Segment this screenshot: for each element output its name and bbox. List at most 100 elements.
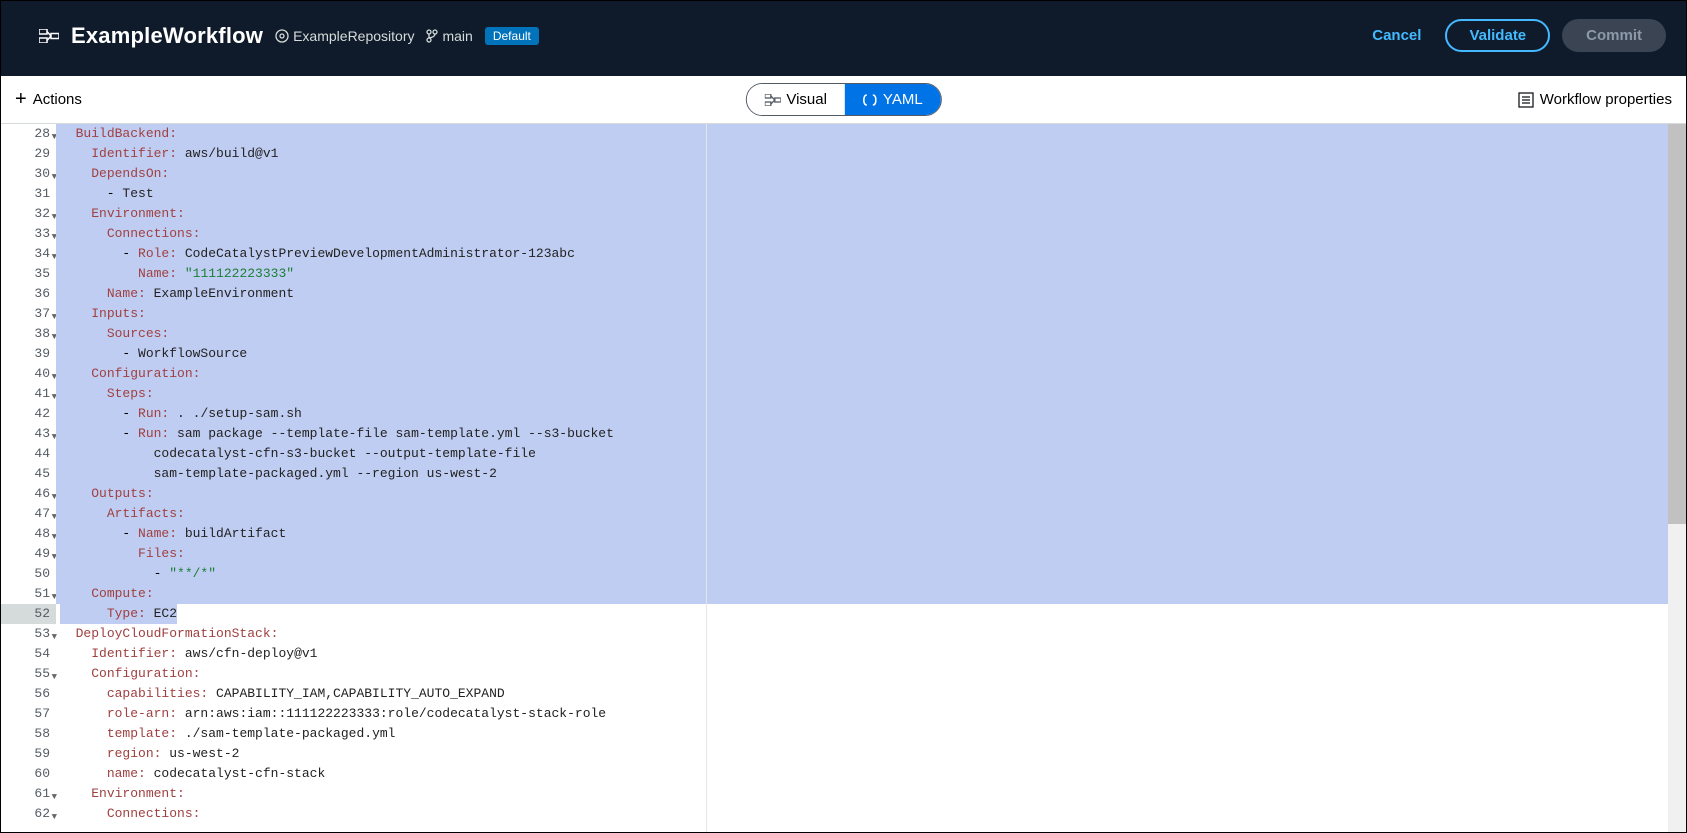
gutter-line: 29 bbox=[1, 144, 56, 164]
gutter-line: 32▼ bbox=[1, 204, 56, 224]
repository-label[interactable]: ExampleRepository bbox=[275, 28, 414, 44]
code-line[interactable]: Environment: bbox=[56, 204, 1686, 224]
yaml-icon bbox=[863, 93, 877, 107]
gutter-line: 62▼ bbox=[1, 804, 56, 824]
code-line[interactable]: Identifier: aws/build@v1 bbox=[56, 144, 1686, 164]
gutter-line: 59 bbox=[1, 744, 56, 764]
code-editor[interactable]: 28▼2930▼3132▼33▼34▼353637▼38▼3940▼41▼424… bbox=[1, 124, 1686, 832]
code-line[interactable]: Compute: bbox=[56, 584, 1686, 604]
workflow-properties-button[interactable]: Workflow properties bbox=[1518, 91, 1672, 108]
code-line[interactable]: - Name: buildArtifact bbox=[56, 524, 1686, 544]
code-line[interactable]: Type: EC2 bbox=[56, 604, 1686, 624]
code-line[interactable]: Steps: bbox=[56, 384, 1686, 404]
gutter-line: 48▼ bbox=[1, 524, 56, 544]
code-line[interactable]: Configuration: bbox=[56, 664, 1686, 684]
gutter-line: 54 bbox=[1, 644, 56, 664]
gutter-line: 61▼ bbox=[1, 784, 56, 804]
gutter-line: 42 bbox=[1, 404, 56, 424]
toolbar: + Actions Visual YAML Workflow propertie… bbox=[1, 76, 1686, 124]
plus-icon: + bbox=[15, 88, 27, 111]
view-toggle: Visual YAML bbox=[745, 83, 941, 116]
gutter-line: 33▼ bbox=[1, 224, 56, 244]
code-line[interactable]: - Run: . ./setup-sam.sh bbox=[56, 404, 1686, 424]
scrollbar-thumb[interactable] bbox=[1668, 124, 1686, 524]
code-line[interactable]: template: ./sam-template-packaged.yml bbox=[56, 724, 1686, 744]
visual-tab[interactable]: Visual bbox=[746, 84, 845, 115]
gutter-line: 41▼ bbox=[1, 384, 56, 404]
gutter-line: 56 bbox=[1, 684, 56, 704]
code-line[interactable]: Inputs: bbox=[56, 304, 1686, 324]
gutter-line: 38▼ bbox=[1, 324, 56, 344]
code-line[interactable]: - Role: CodeCatalystPreviewDevelopmentAd… bbox=[56, 244, 1686, 264]
properties-icon bbox=[1518, 92, 1534, 108]
gutter-line: 45 bbox=[1, 464, 56, 484]
code-line[interactable]: Outputs: bbox=[56, 484, 1686, 504]
code-line[interactable]: Name: ExampleEnvironment bbox=[56, 284, 1686, 304]
code-line[interactable]: - Run: sam package --template-file sam-t… bbox=[56, 424, 1686, 444]
gutter-line: 40▼ bbox=[1, 364, 56, 384]
cancel-button[interactable]: Cancel bbox=[1360, 19, 1433, 52]
code-line[interactable]: BuildBackend: bbox=[56, 124, 1686, 144]
properties-label: Workflow properties bbox=[1540, 91, 1672, 108]
code-area[interactable]: BuildBackend: Identifier: aws/build@v1 D… bbox=[56, 124, 1686, 832]
code-line[interactable]: - Test bbox=[56, 184, 1686, 204]
code-line[interactable]: Environment: bbox=[56, 784, 1686, 804]
gutter-line: 51▼ bbox=[1, 584, 56, 604]
gutter-line: 60 bbox=[1, 764, 56, 784]
gutter-line: 47▼ bbox=[1, 504, 56, 524]
gutter-line: 30▼ bbox=[1, 164, 56, 184]
gutter-line: 53▼ bbox=[1, 624, 56, 644]
validate-button[interactable]: Validate bbox=[1445, 19, 1550, 52]
code-line[interactable]: Identifier: aws/cfn-deploy@v1 bbox=[56, 644, 1686, 664]
workflow-icon bbox=[39, 29, 59, 43]
gutter-line: 31 bbox=[1, 184, 56, 204]
gutter-line: 37▼ bbox=[1, 304, 56, 324]
add-actions-button[interactable]: + Actions bbox=[15, 88, 82, 111]
code-line[interactable]: Files: bbox=[56, 544, 1686, 564]
line-gutter: 28▼2930▼3132▼33▼34▼353637▼38▼3940▼41▼424… bbox=[1, 124, 56, 832]
yaml-label: YAML bbox=[883, 91, 923, 108]
gutter-line: 50 bbox=[1, 564, 56, 584]
yaml-tab[interactable]: YAML bbox=[845, 84, 941, 115]
header: ExampleWorkflow ExampleRepository main D… bbox=[1, 1, 1686, 76]
code-line[interactable]: Connections: bbox=[56, 224, 1686, 244]
commit-button: Commit bbox=[1562, 19, 1666, 52]
repository-text: ExampleRepository bbox=[293, 28, 414, 44]
gutter-line: 39 bbox=[1, 344, 56, 364]
code-line[interactable]: role-arn: arn:aws:iam::111122223333:role… bbox=[56, 704, 1686, 724]
code-line[interactable]: name: codecatalyst-cfn-stack bbox=[56, 764, 1686, 784]
code-line[interactable]: Sources: bbox=[56, 324, 1686, 344]
branch-icon bbox=[426, 29, 438, 43]
code-line[interactable]: Configuration: bbox=[56, 364, 1686, 384]
code-line[interactable]: - WorkflowSource bbox=[56, 344, 1686, 364]
gutter-line: 43▼ bbox=[1, 424, 56, 444]
code-line[interactable]: capabilities: CAPABILITY_IAM,CAPABILITY_… bbox=[56, 684, 1686, 704]
code-line[interactable]: sam-template-packaged.yml --region us-we… bbox=[56, 464, 1686, 484]
branch-label[interactable]: main bbox=[426, 28, 472, 44]
repository-icon bbox=[275, 29, 289, 43]
gutter-line: 36 bbox=[1, 284, 56, 304]
code-line[interactable]: Connections: bbox=[56, 804, 1686, 824]
gutter-line: 52 bbox=[1, 604, 56, 624]
gutter-line: 46▼ bbox=[1, 484, 56, 504]
actions-label: Actions bbox=[33, 91, 82, 108]
visual-icon bbox=[764, 94, 780, 106]
code-line[interactable]: Name: "111122223333" bbox=[56, 264, 1686, 284]
code-line[interactable]: Artifacts: bbox=[56, 504, 1686, 524]
code-line[interactable]: DependsOn: bbox=[56, 164, 1686, 184]
gutter-line: 58 bbox=[1, 724, 56, 744]
gutter-line: 57 bbox=[1, 704, 56, 724]
code-line[interactable]: codecatalyst-cfn-s3-bucket --output-temp… bbox=[56, 444, 1686, 464]
gutter-line: 28▼ bbox=[1, 124, 56, 144]
code-line[interactable]: - "**/*" bbox=[56, 564, 1686, 584]
workflow-name: ExampleWorkflow bbox=[71, 23, 263, 49]
gutter-line: 55▼ bbox=[1, 664, 56, 684]
default-badge: Default bbox=[485, 27, 539, 45]
branch-text: main bbox=[442, 28, 472, 44]
gutter-line: 49▼ bbox=[1, 544, 56, 564]
code-line[interactable]: region: us-west-2 bbox=[56, 744, 1686, 764]
gutter-line: 34▼ bbox=[1, 244, 56, 264]
code-line[interactable]: DeployCloudFormationStack: bbox=[56, 624, 1686, 644]
gutter-line: 35 bbox=[1, 264, 56, 284]
vertical-scrollbar[interactable] bbox=[1668, 124, 1686, 832]
